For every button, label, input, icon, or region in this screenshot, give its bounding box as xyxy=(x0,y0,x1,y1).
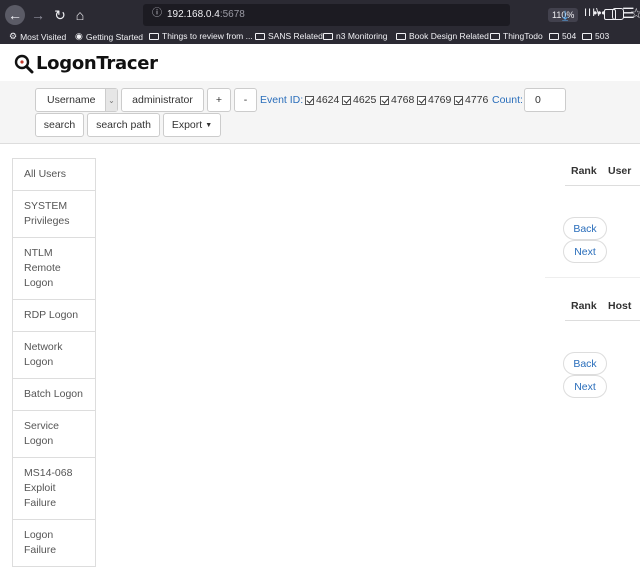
folder-icon xyxy=(396,32,406,40)
checkbox-checked-icon[interactable] xyxy=(342,95,351,105)
table-divider xyxy=(565,185,640,186)
search-input[interactable]: administrator xyxy=(121,88,204,112)
gear-icon: ⚙ xyxy=(9,31,18,41)
sidebar-item-all-users[interactable]: All Users xyxy=(12,158,96,191)
event-id-label: Event ID: xyxy=(260,94,304,106)
url-bar[interactable]: ⓘ 192.168.0.4:5678 110% ••• ☆ xyxy=(143,4,640,26)
bookmark-folder[interactable]: SANS Related xyxy=(255,31,323,41)
checkbox-checked-icon[interactable] xyxy=(417,95,426,105)
bookmark-folder[interactable]: Book Design Related xyxy=(396,31,489,41)
folder-icon xyxy=(149,32,159,40)
search-type-select[interactable]: Username ⌄ xyxy=(35,88,118,112)
reload-icon[interactable]: ↻ xyxy=(50,5,70,25)
home-icon[interactable]: ⌂ xyxy=(70,5,90,25)
magnifier-logo-icon xyxy=(14,54,34,73)
page: LogonTracer Username ⌄ administrator + -… xyxy=(0,44,640,567)
checkbox-checked-icon[interactable] xyxy=(380,95,389,105)
add-field-button[interactable]: + xyxy=(207,88,231,112)
user-rank-back-button[interactable]: Back xyxy=(563,217,607,240)
checkbox-checked-icon[interactable] xyxy=(454,95,463,105)
bookmark-folder[interactable]: Things to review from ... xyxy=(149,31,253,41)
info-icon[interactable]: ⓘ xyxy=(150,7,164,21)
table-divider xyxy=(565,320,640,321)
search-path-button[interactable]: search path xyxy=(87,113,160,137)
hamburger-menu-icon[interactable]: ☰ xyxy=(622,5,635,22)
host-rank-header: Rank xyxy=(571,300,597,312)
sidebar-item-network-logon[interactable]: Network Logon xyxy=(12,332,96,379)
event-checkbox-4625[interactable]: 4625 xyxy=(342,94,376,106)
caret-down-icon: ▼ xyxy=(205,121,213,129)
user-rank-next-button[interactable]: Next xyxy=(563,240,607,263)
event-checkbox-4624[interactable]: 4624 xyxy=(305,94,339,106)
user-column-header: User xyxy=(608,165,632,177)
event-checkbox-4776[interactable]: 4776 xyxy=(454,94,488,106)
bookmark-getting-started[interactable]: ◉ Getting Started xyxy=(75,31,143,42)
bookmark-folder[interactable]: ThingTodo xyxy=(490,31,543,41)
host-column-header: Host xyxy=(608,300,632,312)
event-checkbox-4768[interactable]: 4768 xyxy=(380,94,414,106)
sidebar-item-logon-failure[interactable]: Logon Failure xyxy=(12,520,96,567)
host-rank-back-button[interactable]: Back xyxy=(563,352,607,375)
user-rank-header: Rank xyxy=(571,165,597,177)
remove-field-button[interactable]: - xyxy=(234,88,257,112)
filter-bar: Username ⌄ administrator + - Event ID: 4… xyxy=(0,81,640,144)
download-icon[interactable]: ⤓ xyxy=(562,7,568,24)
count-label: Count: xyxy=(492,94,523,106)
sidebar-icon[interactable] xyxy=(604,9,616,20)
sidebar-item-ms14-068[interactable]: MS14-068 Exploit Failure xyxy=(12,458,96,520)
host-rank-next-button[interactable]: Next xyxy=(563,375,607,398)
export-dropdown-button[interactable]: Export ▼ xyxy=(163,113,221,137)
count-input[interactable]: 0 xyxy=(524,88,566,112)
sidebar-item-system-privileges[interactable]: SYSTEM Privileges xyxy=(12,191,96,238)
bookmark-folder[interactable]: n3 Monitoring xyxy=(323,31,388,41)
library-icon[interactable]: III\ xyxy=(584,7,600,19)
bookmark-folder[interactable]: 503 xyxy=(582,31,609,41)
chevron-down-icon: ⌄ xyxy=(105,89,117,111)
bookmark-folder[interactable]: 504 xyxy=(549,31,576,41)
folder-icon xyxy=(490,32,500,40)
app-logo: LogonTracer xyxy=(14,53,158,74)
sidebar-item-batch-logon[interactable]: Batch Logon xyxy=(12,379,96,411)
sidebar-item-rdp-logon[interactable]: RDP Logon xyxy=(12,300,96,332)
back-arrow-icon[interactable]: ← xyxy=(5,5,25,25)
sidebar: All Users SYSTEM Privileges NTLM Remote … xyxy=(12,158,96,567)
folder-icon xyxy=(549,32,559,40)
checkbox-checked-icon[interactable] xyxy=(305,95,314,105)
folder-icon xyxy=(323,32,333,40)
sidebar-item-service-logon[interactable]: Service Logon xyxy=(12,411,96,458)
url-text[interactable]: 192.168.0.4:5678 xyxy=(167,9,245,20)
forward-arrow-icon[interactable]: → xyxy=(28,5,48,25)
folder-icon xyxy=(582,32,592,40)
bookmarks-bar: ⚙ Most Visited ◉ Getting Started Things to… xyxy=(0,30,640,44)
bookmark-most-visited[interactable]: ⚙ Most Visited xyxy=(9,31,66,42)
sidebar-item-ntlm-remote-logon[interactable]: NTLM Remote Logon xyxy=(12,238,96,300)
search-button[interactable]: search xyxy=(35,113,84,137)
section-divider xyxy=(545,277,640,278)
globe-icon: ◉ xyxy=(75,31,83,41)
folder-icon xyxy=(255,32,265,40)
browser-toolbar: ← → ↻ ⌂ ⓘ 192.168.0.4:5678 110% ••• ☆ ⤓ … xyxy=(0,0,640,30)
event-checkbox-4769[interactable]: 4769 xyxy=(417,94,451,106)
app-title: LogonTracer xyxy=(36,53,158,74)
